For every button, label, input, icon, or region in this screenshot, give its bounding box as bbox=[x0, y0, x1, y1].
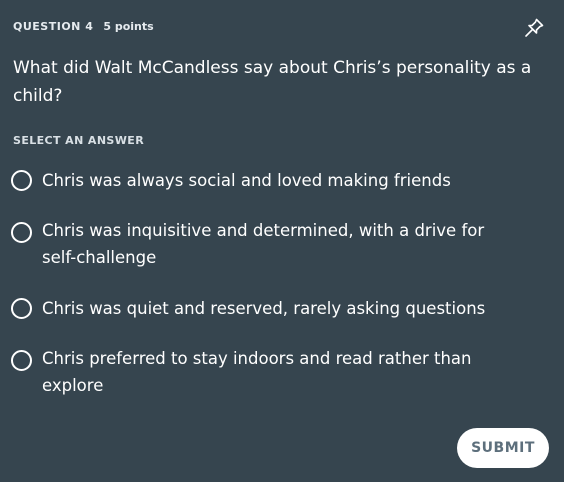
answer-option-3[interactable]: Chris was quiet and reserved, rarely ask… bbox=[11, 295, 531, 322]
answer-option-2[interactable]: Chris was inquisitive and determined, wi… bbox=[11, 217, 531, 271]
question-text: What did Walt McCandless say about Chris… bbox=[13, 58, 532, 106]
select-answer-label: SELECT AN ANSWER bbox=[13, 134, 145, 147]
radio-button[interactable] bbox=[11, 298, 32, 319]
question-header: QUESTION 4 5 points bbox=[13, 20, 154, 33]
answer-option-text: Chris was quiet and reserved, rarely ask… bbox=[42, 299, 486, 318]
answer-option-text: Chris preferred to stay indoors and read… bbox=[42, 349, 472, 395]
submit-button[interactable]: SUBMIT bbox=[457, 428, 549, 468]
radio-button[interactable] bbox=[11, 170, 32, 191]
answer-option-text: Chris was always social and loved making… bbox=[42, 171, 451, 190]
radio-button[interactable] bbox=[11, 222, 32, 243]
answer-option-text: Chris was inquisitive and determined, wi… bbox=[42, 221, 485, 267]
question-points: 5 points bbox=[103, 20, 154, 33]
radio-button[interactable] bbox=[11, 350, 32, 371]
pin-icon[interactable] bbox=[522, 16, 546, 40]
answer-option-4[interactable]: Chris preferred to stay indoors and read… bbox=[11, 345, 531, 399]
answer-option-1[interactable]: Chris was always social and loved making… bbox=[11, 167, 531, 194]
question-number: QUESTION 4 bbox=[13, 20, 94, 33]
